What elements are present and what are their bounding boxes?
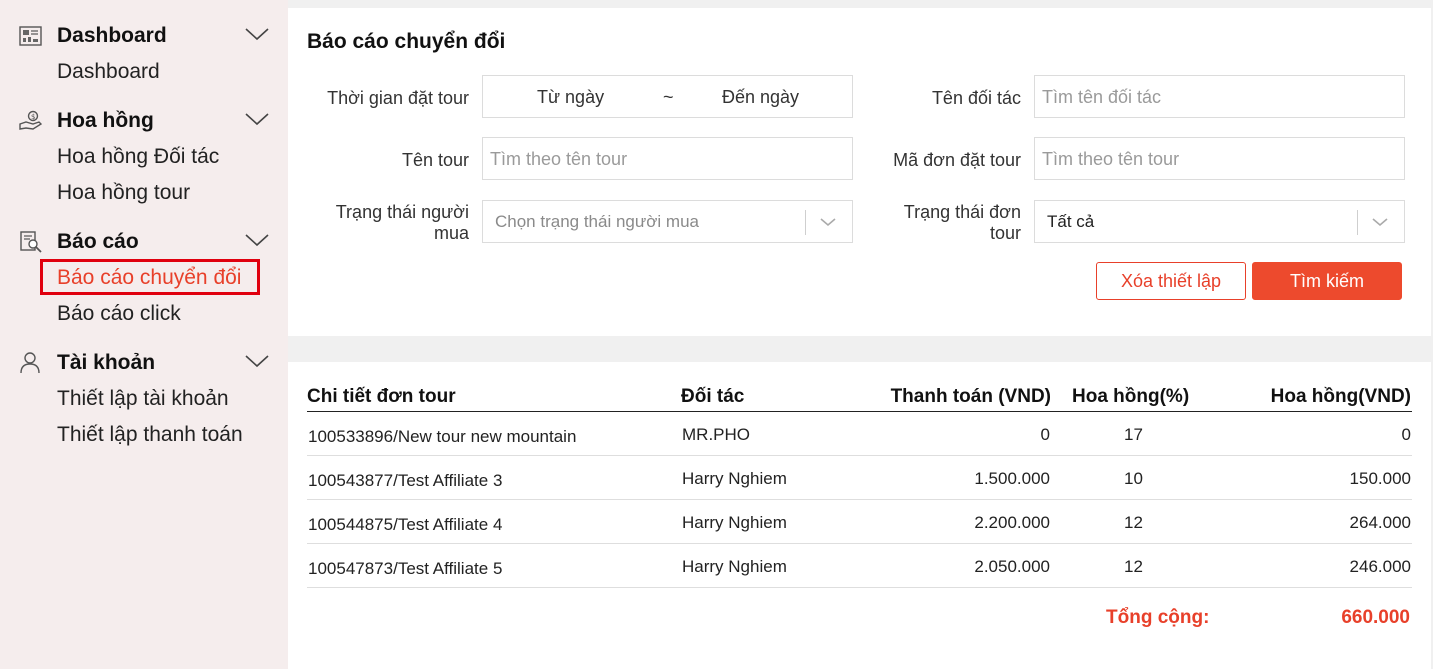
commission-percent-cell: 12 <box>1124 513 1143 532</box>
partner-cell: Harry Nghiem <box>682 513 787 532</box>
sidebar-group-header-dashboard[interactable]: Dashboard <box>0 22 288 50</box>
table-row: 100533896/New tour new mountain MR.PHO 0… <box>307 412 1412 456</box>
report-icon <box>20 231 42 253</box>
partner-name-placeholder: Tìm tên đối tác <box>1042 87 1162 107</box>
sidebar-item-account-settings[interactable]: Thiết lập tài khoản <box>57 387 229 411</box>
select-separator <box>1357 210 1358 235</box>
payment-cell: 1.500.000 <box>974 469 1050 488</box>
svg-text:$: $ <box>31 113 35 121</box>
select-separator <box>805 210 806 235</box>
order-detail-cell: 100544875/Test Affiliate 4 <box>308 515 503 534</box>
sidebar-group-title: Tài khoản <box>57 351 156 374</box>
sidebar-group-title: Dashboard <box>57 24 167 47</box>
buyer-status-placeholder: Chọn trạng thái người mua <box>495 212 699 231</box>
chevron-down-icon[interactable] <box>1371 216 1389 228</box>
user-icon <box>20 352 40 374</box>
filter-panel: Báo cáo chuyển đổi Thời gian đặt tour Từ… <box>288 8 1431 336</box>
column-header-payment: Thanh toán (VND) <box>890 386 1051 407</box>
order-code-placeholder: Tìm theo tên tour <box>1042 149 1180 169</box>
chevron-down-icon[interactable] <box>244 111 270 127</box>
table-row: 100544875/Test Affiliate 4 Harry Nghiem … <box>307 500 1412 544</box>
sidebar-item-partner-commission[interactable]: Hoa hồng Đối tác <box>57 145 219 169</box>
partner-cell: MR.PHO <box>682 425 750 444</box>
commission-icon: $ <box>19 110 43 130</box>
dashboard-icon <box>19 26 42 46</box>
commission-percent-cell: 10 <box>1124 469 1143 488</box>
order-code-field[interactable]: Tìm theo tên tour <box>1034 137 1405 180</box>
payment-cell: 2.200.000 <box>974 513 1050 532</box>
column-header-commission-vnd: Hoa hồng(VND) <box>1270 386 1411 407</box>
chevron-down-icon[interactable] <box>244 353 270 369</box>
buyer-status-label: Trạng thái người mua <box>288 202 469 244</box>
partner-name-field[interactable]: Tìm tên đối tác <box>1034 75 1405 118</box>
sidebar: Dashboard Dashboard $ Hoa hồng Hoa hồng … <box>0 0 288 669</box>
payment-cell: 2.050.000 <box>974 557 1050 576</box>
order-code-label: Mã đơn đặt tour <box>893 150 1021 170</box>
sidebar-item-click-report[interactable]: Báo cáo click <box>57 302 181 326</box>
sidebar-item-payment-settings[interactable]: Thiết lập thanh toán <box>57 423 243 447</box>
results-table: Chi tiết đơn tour Đối tác Thanh toán (VN… <box>288 362 1431 669</box>
order-detail-cell: 100533896/New tour new mountain <box>308 427 577 446</box>
reset-button[interactable]: Xóa thiết lập <box>1096 262 1246 300</box>
order-status-label: Trạng thái đơn tour <box>848 202 1021 244</box>
buyer-status-label-line2: mua <box>433 223 469 243</box>
sidebar-group-title: Hoa hồng <box>57 109 154 132</box>
chevron-down-icon[interactable] <box>819 216 837 228</box>
booking-time-label: Thời gian đặt tour <box>327 88 469 108</box>
partner-name-label: Tên đối tác <box>931 88 1021 108</box>
tour-name-placeholder: Tìm theo tên tour <box>490 149 628 169</box>
sidebar-item-tour-commission[interactable]: Hoa hồng tour <box>57 181 190 205</box>
page-title: Báo cáo chuyển đổi <box>307 30 506 53</box>
order-status-label-line2: tour <box>989 223 1021 243</box>
order-detail-cell: 100543877/Test Affiliate 3 <box>308 471 503 490</box>
commission-vnd-cell: 246.000 <box>1349 557 1411 576</box>
column-header-commission-percent: Hoa hồng(%) <box>1072 386 1190 407</box>
total-value: 660.000 <box>1341 607 1410 628</box>
commission-vnd-cell: 264.000 <box>1349 513 1411 532</box>
buyer-status-select[interactable]: Chọn trạng thái người mua <box>482 200 853 243</box>
chevron-down-icon[interactable] <box>244 26 270 42</box>
column-header-partner: Đối tác <box>681 386 745 407</box>
sidebar-group-header-commission[interactable]: $ Hoa hồng <box>0 107 288 135</box>
sidebar-item-dashboard[interactable]: Dashboard <box>57 60 160 84</box>
total-label: Tổng cộng: <box>1106 607 1210 628</box>
payment-cell: 0 <box>1040 425 1050 444</box>
commission-vnd-cell: 150.000 <box>1349 469 1411 488</box>
buyer-status-label-line1: Trạng thái người <box>335 202 469 222</box>
column-header-order-detail: Chi tiết đơn tour <box>307 386 456 407</box>
commission-percent-cell: 17 <box>1124 425 1143 444</box>
table-row: 100543877/Test Affiliate 3 Harry Nghiem … <box>307 456 1412 500</box>
order-status-label-line1: Trạng thái đơn <box>903 202 1021 222</box>
sidebar-group-header-report[interactable]: Báo cáo <box>0 228 288 256</box>
chevron-down-icon[interactable] <box>244 232 270 248</box>
table-row: 100547873/Test Affiliate 5 Harry Nghiem … <box>307 544 1412 588</box>
partner-cell: Harry Nghiem <box>682 557 787 576</box>
date-range-picker: Từ ngày ~ Đến ngày <box>482 75 853 118</box>
order-status-value: Tất cả <box>1047 212 1095 231</box>
sidebar-group-header-account[interactable]: Tài khoản <box>0 349 288 377</box>
tour-name-field[interactable]: Tìm theo tên tour <box>482 137 853 180</box>
sidebar-group-title: Báo cáo <box>57 230 139 253</box>
partner-cell: Harry Nghiem <box>682 469 787 488</box>
commission-percent-cell: 12 <box>1124 557 1143 576</box>
order-status-select[interactable]: Tất cả <box>1034 200 1405 243</box>
order-detail-cell: 100547873/Test Affiliate 5 <box>308 559 503 578</box>
search-button[interactable]: Tìm kiếm <box>1252 262 1402 300</box>
tour-name-label: Tên tour <box>401 150 469 170</box>
from-date-input[interactable]: Từ ngày <box>537 87 604 108</box>
commission-vnd-cell: 0 <box>1401 425 1411 444</box>
to-date-input[interactable]: Đến ngày <box>722 87 799 108</box>
date-range-separator: ~ <box>663 87 674 107</box>
sidebar-item-conversion-report[interactable]: Báo cáo chuyển đổi <box>57 266 241 290</box>
